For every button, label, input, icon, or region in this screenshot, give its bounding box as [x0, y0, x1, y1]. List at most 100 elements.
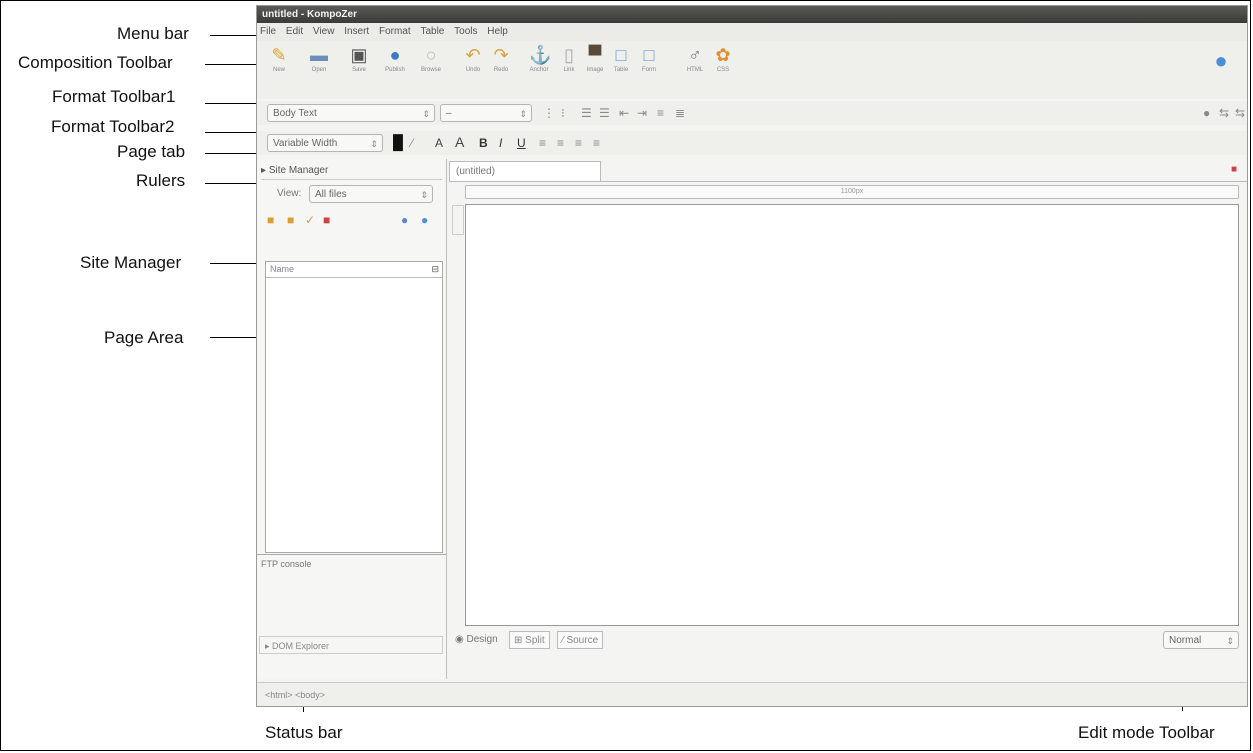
open-button[interactable]: ▬ Open — [299, 43, 339, 83]
globe-logo-icon: ● — [1214, 48, 1228, 73]
redo-button[interactable]: ↷ Redo — [481, 43, 521, 83]
pencil-icon: ✎ — [271, 45, 287, 65]
page-tab-untitled[interactable]: (untitled) — [449, 161, 601, 181]
align-icon[interactable]: ≡ — [657, 104, 664, 122]
text-color-icon[interactable]: █ — [393, 133, 403, 151]
empty-select-value: – — [446, 108, 452, 119]
select-arrows-icon: ⇕ — [370, 139, 378, 149]
new-button[interactable]: ✎ New — [259, 43, 299, 83]
leader-format-toolbar2 — [205, 132, 256, 133]
align-left-icon[interactable]: ≡ — [539, 134, 546, 152]
collapse-icon[interactable]: ⇆ — [1219, 104, 1229, 122]
menu-insert[interactable]: Insert — [344, 26, 369, 37]
label-menu-bar: Menu bar — [117, 24, 189, 43]
select-arrows-icon: ⇕ — [420, 190, 428, 200]
form-button[interactable]: □ Form — [629, 43, 669, 83]
css-button[interactable]: ✿ CSS — [703, 43, 743, 83]
site-manager-panel: ▸ Site Manager View: All files ⇕ ■ ■ ✓ ■ … — [257, 159, 447, 679]
expand-icon[interactable]: ⇆ — [1235, 104, 1245, 122]
table-icon: □ — [615, 45, 627, 65]
globe-small-icon[interactable]: ● — [421, 211, 428, 229]
select-arrows-icon: ⇕ — [519, 109, 527, 119]
site-file-list[interactable]: Name ⊟ — [265, 261, 443, 553]
label-composition-toolbar: Composition Toolbar — [18, 53, 173, 72]
paragraph-icon[interactable]: ≣ — [675, 104, 685, 122]
label-page-tab: Page tab — [117, 142, 186, 161]
label-format-toolbar2: Format Toolbar2 — [51, 117, 175, 136]
mode-source-tab[interactable]: ⁄ Source — [557, 631, 604, 649]
format-toolbar1: Body Text ⇕ – ⇕ ⋮ ⁝ ☰ ☰ ⇤ ⇥ ≡ ≣ ● ⇆ ⇆ — [257, 101, 1247, 125]
bold-icon[interactable]: B — [479, 134, 488, 152]
format-toolbar2: Variable Width ⇕ █ ⁄ A A B I U ≡ ≡ ≡ ≡ — [257, 131, 1247, 155]
view-select[interactable]: All files ⇕ — [309, 185, 433, 203]
anchor-icon: ⚓ — [529, 45, 552, 65]
composition-toolbar: ✎ New ▬ Open ▣ Save ● Publish ○ Browse ↶ Undo … — [257, 41, 1247, 99]
smaller-font-icon[interactable]: A — [435, 134, 443, 152]
unordered-list-icon[interactable]: ☰ — [581, 104, 592, 122]
mode-design-tab[interactable]: ◉ Design — [455, 629, 498, 651]
menu-format[interactable]: Format — [379, 26, 411, 37]
text-color-select[interactable]: – ⇕ — [440, 104, 532, 122]
window-title: untitled - KompoZer — [257, 6, 1247, 23]
label-page-area: Page Area — [104, 328, 184, 347]
label-site-manager: Site Manager — [80, 253, 182, 272]
form-icon: □ — [643, 45, 655, 65]
html-pen-icon: ♂ — [688, 45, 702, 65]
label-format-toolbar1: Format Toolbar1 — [52, 87, 176, 106]
globe-icon: ● — [389, 45, 401, 65]
align-right-icon[interactable]: ≡ — [575, 134, 582, 152]
save-button[interactable]: ▣ Save — [339, 43, 379, 83]
source-icon: ⁄ — [562, 635, 564, 646]
menu-help[interactable]: Help — [487, 26, 508, 37]
font-select[interactable]: Variable Width ⇕ — [267, 134, 383, 152]
horizontal-ruler: 1100px — [465, 185, 1239, 199]
justify-icon[interactable]: ≡ — [593, 134, 600, 152]
pin-icon[interactable]: ● — [1203, 104, 1210, 122]
edit-site-icon[interactable]: ■ — [287, 211, 294, 229]
label-status-bar: Status bar — [265, 723, 343, 742]
select-arrows-icon: ⇕ — [422, 109, 430, 119]
magnifier-icon: ○ — [425, 45, 437, 65]
page-area[interactable] — [465, 204, 1239, 626]
delete-icon[interactable]: ■ — [323, 211, 330, 229]
publish-button[interactable]: ● Publish — [375, 43, 415, 83]
paragraph-style-select[interactable]: Body Text ⇕ — [267, 104, 435, 122]
edit-mode-select[interactable]: Normal ⇕ — [1163, 631, 1239, 649]
tab-strip: (untitled) ■ — [449, 159, 1247, 182]
dom-explorer-header[interactable]: ▸ DOM Explorer — [259, 636, 443, 654]
new-site-icon[interactable]: ■ — [267, 211, 274, 229]
numbered-list-icon[interactable]: ⁝ — [561, 104, 565, 122]
kompozer-window: untitled - KompoZer File Edit View Inser… — [256, 5, 1248, 707]
italic-icon[interactable]: I — [499, 134, 502, 152]
highlight-icon[interactable]: ⁄ — [411, 134, 413, 152]
larger-font-icon[interactable]: A — [455, 133, 464, 151]
status-bar: <html> <body> — [257, 682, 1247, 706]
leader-menu-bar — [210, 35, 256, 36]
menu-edit[interactable]: Edit — [286, 26, 303, 37]
menu-file[interactable]: File — [260, 26, 276, 37]
edit-mode-toolbar: ◉ Design ⊞ Split ⁄ Source Normal ⇕ — [449, 629, 1247, 651]
align-center-icon[interactable]: ≡ — [557, 134, 564, 152]
ordered-list-icon[interactable]: ☰ — [599, 104, 610, 122]
connect-icon[interactable]: ● — [401, 211, 408, 229]
underline-icon[interactable]: U — [517, 134, 526, 152]
browse-button[interactable]: ○ Browse — [411, 43, 451, 83]
close-tab-icon[interactable]: ■ — [1231, 164, 1237, 175]
indent-icon[interactable]: ⇥ — [637, 104, 647, 122]
undo-icon: ↶ — [465, 45, 481, 65]
refresh-icon[interactable]: ✓ — [305, 211, 315, 229]
throbber-globe: ● — [1201, 49, 1241, 89]
menu-tools[interactable]: Tools — [454, 26, 477, 37]
bullet-list-icon[interactable]: ⋮ — [543, 104, 555, 122]
label-rulers: Rulers — [136, 171, 186, 190]
column-picker-icon[interactable]: ⊟ — [431, 262, 439, 277]
menu-table[interactable]: Table — [420, 26, 444, 37]
name-column-header[interactable]: Name ⊟ — [266, 262, 442, 278]
document-area: (untitled) ■ 1100px ◉ Design ⊞ Split ⁄ S… — [449, 159, 1247, 679]
outdent-icon[interactable]: ⇤ — [619, 104, 629, 122]
folder-icon: ▬ — [310, 45, 328, 65]
mode-split-tab[interactable]: ⊞ Split — [509, 631, 550, 649]
menu-view[interactable]: View — [313, 26, 335, 37]
vertical-ruler — [452, 205, 464, 235]
site-manager-header[interactable]: ▸ Site Manager — [261, 163, 442, 180]
